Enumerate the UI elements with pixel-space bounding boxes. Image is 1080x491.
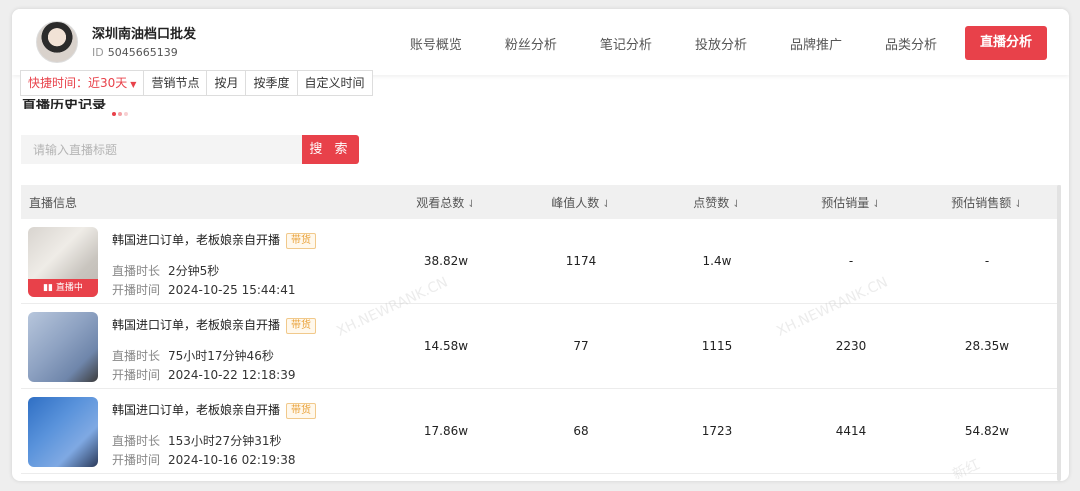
duration-value: 75小时17分钟46秒 bbox=[168, 349, 274, 363]
live-title-text: 韩国进口订单，老板娘亲自开播 bbox=[112, 233, 281, 247]
selling-badge: 带货 bbox=[286, 318, 317, 334]
column-likes[interactable]: 点赞数 ⇃ bbox=[657, 194, 777, 211]
live-now-badge: ▮▮ 直播中 bbox=[28, 279, 98, 297]
duration-label: 直播时长 bbox=[112, 349, 161, 363]
column-label: 峰值人数 bbox=[551, 195, 600, 210]
filter-marketing-nodes[interactable]: 营销节点 bbox=[143, 71, 206, 95]
quick-time-dropdown[interactable]: 快捷时间：近30天 ▼ bbox=[21, 71, 143, 95]
cell-likes: 1115 bbox=[701, 339, 733, 353]
account-avatar[interactable] bbox=[36, 21, 78, 63]
account-id: ID 5045665139 bbox=[92, 46, 178, 59]
live-thumbnail[interactable]: ▮▮ 直播中 bbox=[28, 227, 98, 297]
start-label: 开播时间 bbox=[112, 283, 161, 297]
column-total-views[interactable]: 观看总数 ⇃ bbox=[386, 194, 506, 211]
title-dots-icon bbox=[112, 105, 132, 116]
account-name: 深圳南油档口批发 bbox=[92, 27, 197, 42]
column-est-sales[interactable]: 预估销量 ⇃ bbox=[791, 194, 911, 211]
filter-by-month[interactable]: 按月 bbox=[206, 71, 245, 95]
live-thumbnail[interactable] bbox=[28, 312, 98, 382]
nav-category-analysis[interactable]: 品类分析 bbox=[885, 34, 937, 53]
nav-ads-analysis[interactable]: 投放分析 bbox=[695, 34, 747, 53]
live-tag-label: 直播中 bbox=[55, 283, 83, 293]
column-label: 预估销售额 bbox=[951, 195, 1012, 210]
cell-est-revenue: - bbox=[984, 254, 990, 268]
live-title[interactable]: 韩国进口订单，老板娘亲自开播 带货 bbox=[112, 316, 317, 334]
cell-total-views: 38.82w bbox=[423, 254, 469, 268]
live-duration: 直播时长 2分钟5秒 bbox=[112, 262, 219, 279]
app-window: 深圳南油档口批发 ID 5045665139 账号概览 粉丝分析 笔记分析 投放分… bbox=[12, 9, 1069, 481]
table-header: 直播信息 观看总数 ⇃ 峰值人数 ⇃ 点赞数 ⇃ 预估销量 ⇃ 预估销售额 ⇃ bbox=[21, 185, 1061, 219]
live-title[interactable]: 韩国进口订单，老板娘亲自开播 带货 bbox=[112, 231, 317, 249]
time-filter-bar: 快捷时间：近30天 ▼ 营销节点 按月 按季度 自定义时间 bbox=[20, 70, 373, 96]
account-id-value: 5045665139 bbox=[107, 46, 178, 59]
cell-est-revenue: 54.82w bbox=[964, 424, 1010, 438]
nav-brand-promotion[interactable]: 品牌推广 bbox=[790, 34, 842, 53]
search-input[interactable] bbox=[21, 135, 302, 164]
live-bars-icon: ▮▮ bbox=[43, 283, 56, 293]
table-row[interactable]: 韩国进口订单，老板娘亲自开播 带货 直播时长 75小时17分钟46秒 开播时间 202… bbox=[21, 304, 1061, 389]
sort-down-icon: ⇃ bbox=[1014, 198, 1023, 210]
start-value: 2024-10-22 12:18:39 bbox=[168, 368, 296, 382]
live-title-text: 韩国进口订单，老板娘亲自开播 bbox=[112, 318, 281, 332]
caret-down-icon: ▼ bbox=[130, 80, 137, 89]
start-label: 开播时间 bbox=[112, 368, 161, 382]
search-button[interactable]: 搜 索 bbox=[302, 135, 359, 164]
table-row[interactable]: ▮▮ 直播中 韩国进口订单，老板娘亲自开播 带货 直播时长 2分钟5秒 开播时间 20… bbox=[21, 219, 1061, 304]
column-live-info: 直播信息 bbox=[29, 195, 78, 210]
live-title-text: 韩国进口订单，老板娘亲自开播 bbox=[112, 403, 281, 417]
main-nav: 账号概览 粉丝分析 笔记分析 投放分析 品牌推广 品类分析 直播分析 bbox=[367, 26, 1047, 60]
table-scrollbar[interactable] bbox=[1057, 185, 1061, 481]
live-duration: 直播时长 153小时27分钟31秒 bbox=[112, 432, 281, 449]
start-value: 2024-10-16 02:19:38 bbox=[168, 453, 296, 467]
cell-peak-viewers: 68 bbox=[573, 424, 589, 438]
cell-est-sales: - bbox=[848, 254, 854, 268]
table-row[interactable]: 韩国进口订单，老板娘亲自开播 带货 直播时长 153小时27分钟31秒 开播时间 20… bbox=[21, 389, 1061, 474]
column-label: 预估销量 bbox=[821, 195, 870, 210]
duration-value: 153小时27分钟31秒 bbox=[168, 434, 282, 448]
quick-time-value: 近30天 bbox=[88, 76, 128, 90]
live-title[interactable]: 韩国进口订单，老板娘亲自开播 带货 bbox=[112, 401, 317, 419]
selling-badge: 带货 bbox=[286, 233, 317, 249]
start-label: 开播时间 bbox=[112, 453, 161, 467]
live-start-time: 开播时间 2024-10-22 12:18:39 bbox=[112, 366, 295, 383]
top-header: 深圳南油档口批发 ID 5045665139 账号概览 粉丝分析 笔记分析 投放分… bbox=[12, 9, 1069, 75]
cell-est-sales: 4414 bbox=[835, 424, 867, 438]
nav-account-overview[interactable]: 账号概览 bbox=[410, 34, 462, 53]
nav-fans-analysis[interactable]: 粉丝分析 bbox=[505, 34, 557, 53]
cell-likes: 1723 bbox=[701, 424, 733, 438]
live-start-time: 开播时间 2024-10-16 02:19:38 bbox=[112, 451, 295, 468]
column-label: 点赞数 bbox=[693, 195, 730, 210]
nav-notes-analysis[interactable]: 笔记分析 bbox=[600, 34, 652, 53]
sort-down-icon: ⇃ bbox=[872, 198, 881, 210]
cell-est-sales: 2230 bbox=[835, 339, 867, 353]
cell-est-revenue: 28.35w bbox=[964, 339, 1010, 353]
column-peak-viewers[interactable]: 峰值人数 ⇃ bbox=[521, 194, 641, 211]
filter-custom-time[interactable]: 自定义时间 bbox=[296, 71, 372, 95]
column-label: 观看总数 bbox=[416, 195, 465, 210]
duration-value: 2分钟5秒 bbox=[168, 264, 220, 278]
cell-peak-viewers: 1174 bbox=[565, 254, 597, 268]
live-start-time: 开播时间 2024-10-25 15:44:41 bbox=[112, 281, 295, 298]
selling-badge: 带货 bbox=[286, 403, 317, 419]
sort-down-icon: ⇃ bbox=[732, 198, 741, 210]
nav-live-analysis[interactable]: 直播分析 bbox=[964, 26, 1047, 60]
cell-total-views: 17.86w bbox=[423, 424, 469, 438]
column-est-revenue[interactable]: 预估销售额 ⇃ bbox=[927, 194, 1047, 211]
live-duration: 直播时长 75小时17分钟46秒 bbox=[112, 347, 274, 364]
live-history-table: 直播信息 观看总数 ⇃ 峰值人数 ⇃ 点赞数 ⇃ 预估销量 ⇃ 预估销售额 ⇃ ▮▮ 直播… bbox=[21, 185, 1061, 474]
quick-time-label: 快捷时间： bbox=[28, 76, 89, 90]
live-thumbnail[interactable] bbox=[28, 397, 98, 467]
filter-by-quarter[interactable]: 按季度 bbox=[245, 71, 296, 95]
section-title: 直播历史记录 bbox=[22, 99, 106, 109]
sort-down-icon: ⇃ bbox=[602, 198, 611, 210]
start-value: 2024-10-25 15:44:41 bbox=[168, 283, 296, 297]
duration-label: 直播时长 bbox=[112, 434, 161, 448]
cell-total-views: 14.58w bbox=[423, 339, 469, 353]
sort-down-icon: ⇃ bbox=[467, 198, 476, 210]
cell-peak-viewers: 77 bbox=[573, 339, 589, 353]
account-id-label: ID bbox=[92, 46, 104, 59]
cell-likes: 1.4w bbox=[702, 254, 732, 268]
duration-label: 直播时长 bbox=[112, 264, 161, 278]
